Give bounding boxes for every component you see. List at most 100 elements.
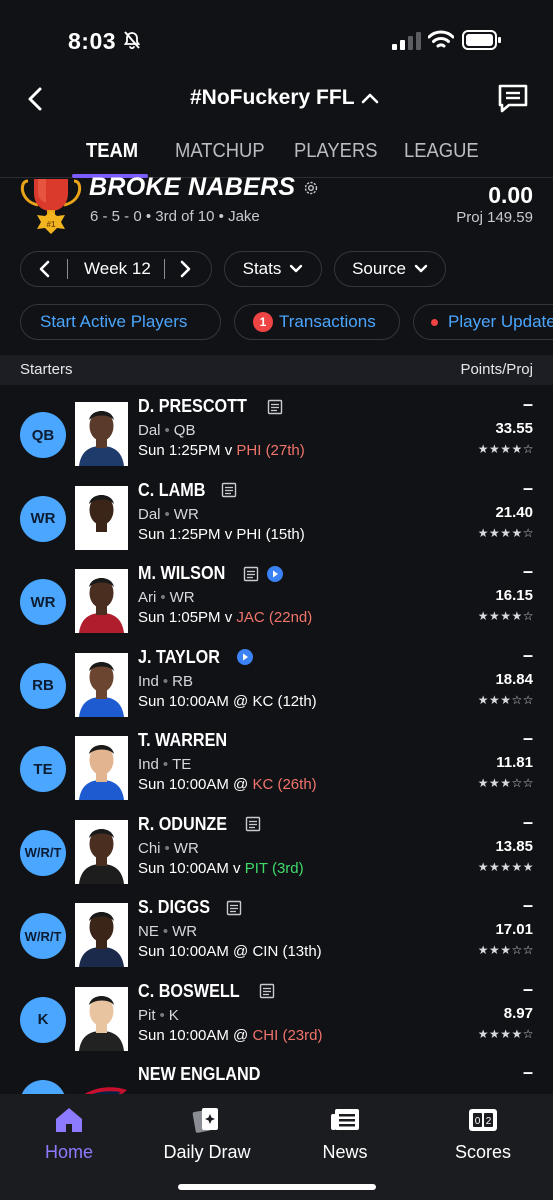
player-updates-button[interactable]: Player Updates (413, 304, 553, 340)
player-photo[interactable] (75, 402, 128, 466)
game-info: Sun 10:00AM @ KC (12th) (138, 692, 317, 710)
week-label[interactable]: Week 12 (84, 259, 164, 279)
player-team-position: Dal • WR (138, 505, 199, 523)
player-row[interactable]: WR C. LAMB Dal • WR Sun 1:25PM v PHI (15th) – 2… (0, 478, 553, 562)
position-badge[interactable]: K (20, 996, 66, 1043)
league-title: #NoFuckery FFL (190, 86, 355, 109)
league-title-dropdown[interactable]: #NoFuckery FFL (190, 86, 379, 110)
player-points: – (522, 644, 533, 665)
starters-section-header: Starters Points/Proj (0, 355, 553, 385)
video-play-icon[interactable] (237, 649, 254, 665)
game-info: Sun 1:25PM v PHI (27th) (138, 442, 305, 459)
player-photo[interactable] (75, 986, 128, 1051)
status-time: 8:03 (68, 28, 117, 54)
player-row[interactable]: W/R/T R. ODUNZE Chi • WR Sun 10:00AM v PIT (3… (0, 812, 553, 896)
team-header: #1 BROKE NABERS 6 - 5 - 0 • 3rd of 10 • … (0, 173, 553, 239)
prev-week-icon[interactable] (33, 259, 57, 279)
stats-dropdown[interactable]: Stats (224, 251, 322, 287)
player-row[interactable]: QB D. PRESCOTT Dal • QB Sun 1:25PM v PHI (27t… (0, 394, 553, 478)
player-projection: 16.15 (495, 587, 533, 604)
scores-icon: 0 2 (469, 1109, 497, 1131)
trophy-icon: #1 (20, 179, 82, 234)
position-badge[interactable]: RB (20, 662, 66, 709)
nav-home[interactable]: Home (14, 1106, 124, 1163)
player-projection: 17.01 (495, 921, 533, 938)
player-row[interactable]: WR M. WILSON Ari • WR Sun 1:05PM v JAC (22nd)… (0, 561, 553, 645)
player-name[interactable]: T. WARREN (138, 730, 237, 751)
player-photo[interactable] (75, 652, 128, 717)
start-active-players-button[interactable]: Start Active Players (20, 304, 221, 340)
player-name[interactable]: M. WILSON (138, 563, 283, 584)
player-photo[interactable] (75, 485, 128, 550)
tab-matchup[interactable]: MATCHUP (175, 140, 265, 163)
chevron-down-icon (290, 264, 303, 273)
daily-draw-icon (192, 1108, 218, 1133)
player-team-position: Chi • WR (138, 839, 199, 857)
notes-icon[interactable] (245, 816, 261, 832)
position-badge[interactable]: TE (20, 746, 66, 792)
position-badge[interactable]: W/R/T (20, 829, 66, 876)
signal-icon (392, 32, 421, 50)
player-name[interactable]: C. LAMB (138, 480, 237, 501)
notes-icon[interactable] (221, 482, 237, 498)
source-dropdown[interactable]: Source (334, 251, 446, 287)
nav-news[interactable]: News (290, 1106, 400, 1163)
section-title: Starters (20, 361, 73, 378)
tab-league[interactable]: LEAGUE (404, 140, 479, 163)
position-badge[interactable]: WR (20, 495, 66, 542)
bell-muted-icon (123, 31, 141, 50)
position-badge[interactable]: W/R/T (20, 913, 66, 959)
matchup-rating-stars: ★★★★☆ (477, 1026, 534, 1041)
notes-icon[interactable] (259, 983, 275, 999)
chat-icon[interactable] (496, 82, 530, 114)
game-info: Sun 1:05PM v JAC (22nd) (138, 609, 313, 626)
svg-text:2: 2 (486, 1116, 492, 1127)
player-row[interactable]: TE T. WARREN Ind • TE Sun 10:00AM @ KC (26th)… (0, 728, 553, 812)
team-score: 0.00 (488, 182, 533, 208)
player-points: – (522, 394, 533, 414)
chevron-up-icon (361, 93, 378, 104)
tab-team[interactable]: TEAM (86, 140, 138, 163)
transactions-button[interactable]: 1 Transactions (234, 304, 400, 340)
alert-dot (431, 318, 438, 326)
team-name[interactable]: BROKE NABERS (89, 173, 319, 202)
player-team-position: Ind • TE (138, 756, 192, 773)
position-badge[interactable]: QB (20, 412, 66, 458)
player-name[interactable]: NEW ENGLAND (138, 1064, 274, 1085)
matchup-rating-stars: ★★★☆☆ (477, 776, 534, 790)
player-row[interactable]: K C. BOSWELL Pit • K Sun 10:00AM @ CHI (23rd)… (0, 979, 553, 1063)
player-points: – (522, 477, 533, 498)
player-projection: 13.85 (495, 837, 533, 855)
player-row[interactable]: RB J. TAYLOR Ind • RB Sun 10:00AM @ KC (12th)… (0, 645, 553, 729)
tab-players[interactable]: PLAYERS (294, 140, 378, 163)
player-name[interactable]: C. BOSWELL (138, 981, 275, 1002)
next-week-icon[interactable] (173, 259, 197, 279)
player-name[interactable]: S. DIGGS (138, 897, 242, 918)
divider (67, 259, 68, 279)
team-record: 6 - 5 - 0 • 3rd of 10 • Jake (90, 208, 260, 225)
gear-icon[interactable] (303, 180, 319, 196)
nav-scores[interactable]: 0 2 Scores (428, 1106, 538, 1163)
svg-text:0: 0 (475, 1116, 481, 1127)
player-row[interactable]: W/R/T S. DIGGS NE • WR Sun 10:00AM @ CIN (13t… (0, 895, 553, 979)
player-photo[interactable] (75, 736, 128, 800)
game-info: Sun 1:25PM v PHI (15th) (138, 525, 305, 543)
player-photo[interactable] (75, 903, 128, 967)
position-badge[interactable]: WR (20, 579, 66, 625)
player-name[interactable]: R. ODUNZE (138, 814, 261, 835)
player-points: – (522, 811, 533, 832)
player-name[interactable]: J. TAYLOR (138, 647, 254, 668)
nav-daily-draw[interactable]: Daily Draw (152, 1106, 262, 1163)
player-points: – (522, 978, 533, 999)
matchup-rating-stars: ★★★☆☆ (477, 692, 534, 707)
video-play-icon[interactable] (267, 565, 283, 582)
player-photo[interactable] (75, 569, 128, 633)
notes-icon[interactable] (243, 566, 259, 582)
player-name[interactable]: D. PRESCOTT (138, 396, 283, 417)
player-team-position: Ind • RB (138, 672, 193, 690)
back-chevron-icon[interactable] (24, 86, 48, 112)
player-photo[interactable] (75, 819, 128, 884)
notes-icon[interactable] (226, 900, 242, 916)
matchup-rating-stars: ★★★★☆ (477, 442, 534, 456)
notes-icon[interactable] (267, 399, 283, 415)
